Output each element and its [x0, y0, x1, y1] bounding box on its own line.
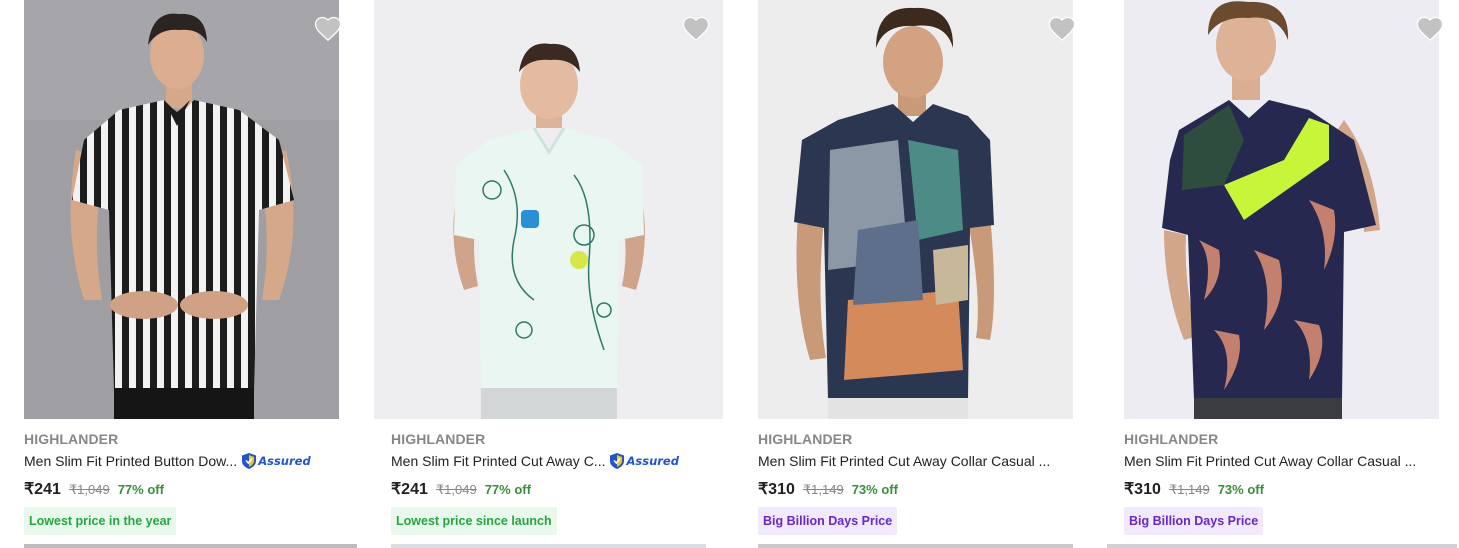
product-title[interactable]: Men Slim Fit Printed Cut Away Collar Cas… [758, 453, 1050, 469]
next-row-product-image[interactable] [758, 544, 1073, 548]
original-price: ₹1,049 [68, 482, 110, 497]
selling-price: ₹241 [391, 481, 428, 498]
price-tag-badge: Lowest price in the year [24, 507, 177, 535]
price-row: ₹241 ₹1,049 77% off [391, 479, 531, 499]
discount-percent: 77% off [117, 482, 164, 497]
discount-percent: 77% off [484, 482, 531, 497]
product-brand: HIGHLANDER [24, 431, 119, 447]
product-brand: HIGHLANDER [391, 431, 486, 447]
assured-label: Assured [626, 454, 679, 468]
product-title-row[interactable]: Men Slim Fit Printed Cut Away C... Assur… [391, 451, 679, 471]
assured-badge: Assured [241, 452, 311, 470]
product-card[interactable]: HIGHLANDER Men Slim Fit Printed Button D… [24, 0, 364, 548]
product-image[interactable] [1124, 0, 1439, 419]
price-tag-badge: Lowest price since launch [391, 507, 557, 535]
product-title-row[interactable]: Men Slim Fit Printed Cut Away Collar Cas… [758, 451, 1050, 471]
wishlist-heart-icon[interactable] [1415, 14, 1445, 44]
next-row-product-image[interactable] [24, 544, 357, 548]
product-brand: HIGHLANDER [758, 431, 853, 447]
product-card[interactable]: HIGHLANDER Men Slim Fit Printed Cut Away… [1124, 0, 1459, 548]
original-price: ₹1,149 [1168, 482, 1210, 497]
original-price: ₹1,049 [435, 482, 477, 497]
selling-price: ₹310 [758, 481, 795, 498]
selling-price: ₹310 [1124, 481, 1161, 498]
abstract-print-shirt-model-image [758, 0, 1073, 419]
product-title-row[interactable]: Men Slim Fit Printed Cut Away Collar Cas… [1124, 451, 1416, 471]
selling-price: ₹241 [24, 481, 61, 498]
discount-percent: 73% off [1217, 482, 1264, 497]
product-title[interactable]: Men Slim Fit Printed Cut Away C... [391, 453, 605, 469]
price-tag-badge: Big Billion Days Price [758, 507, 898, 535]
product-title[interactable]: Men Slim Fit Printed Button Dow... [24, 453, 237, 469]
product-image[interactable] [24, 0, 339, 419]
wishlist-heart-icon[interactable] [1047, 14, 1077, 44]
assured-badge: Assured [609, 452, 679, 470]
wishlist-heart-icon[interactable] [313, 14, 343, 44]
price-row: ₹241 ₹1,049 77% off [24, 479, 164, 499]
product-image[interactable] [758, 0, 1073, 419]
assured-label: Assured [258, 454, 311, 468]
floral-shirt-model-image [374, 0, 723, 419]
product-card[interactable]: HIGHLANDER Men Slim Fit Printed Cut Away… [758, 0, 1098, 548]
assured-shield-icon [610, 453, 625, 469]
striped-shirt-model-image [24, 0, 339, 419]
product-title-row[interactable]: Men Slim Fit Printed Button Dow... Assur… [24, 451, 311, 471]
product-title[interactable]: Men Slim Fit Printed Cut Away Collar Cas… [1124, 453, 1416, 469]
product-card[interactable]: HIGHLANDER Men Slim Fit Printed Cut Away… [374, 0, 724, 548]
price-tag-badge: Big Billion Days Price [1124, 507, 1264, 535]
original-price: ₹1,149 [802, 482, 844, 497]
next-row-product-image[interactable] [1107, 544, 1457, 548]
price-row: ₹310 ₹1,149 73% off [758, 479, 898, 499]
neon-panel-shirt-model-image [1124, 0, 1439, 419]
discount-percent: 73% off [851, 482, 898, 497]
next-row-product-image[interactable] [391, 544, 706, 548]
product-image[interactable] [374, 0, 723, 419]
price-row: ₹310 ₹1,149 73% off [1124, 479, 1264, 499]
product-brand: HIGHLANDER [1124, 431, 1219, 447]
wishlist-heart-icon[interactable] [681, 14, 711, 44]
assured-shield-icon [242, 453, 257, 469]
